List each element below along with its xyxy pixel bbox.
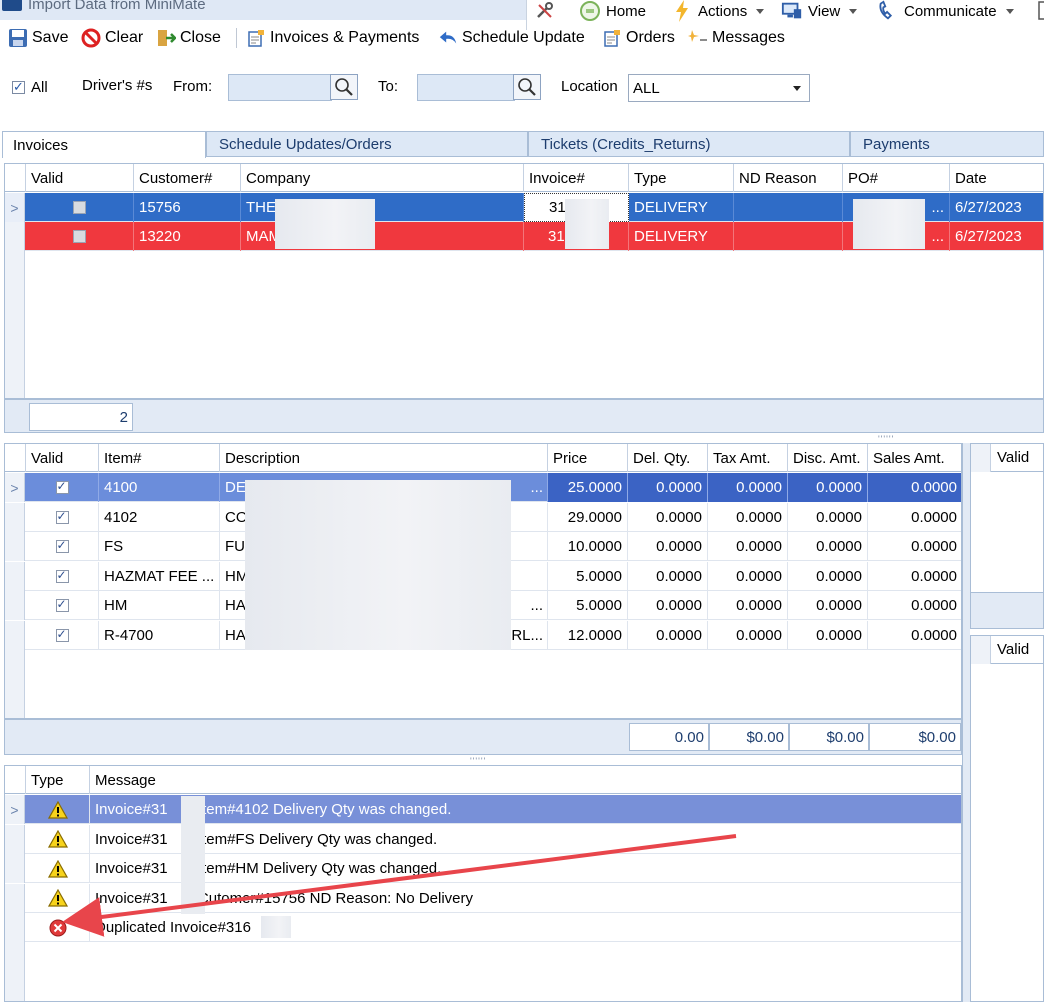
annotation-arrow: [62, 834, 737, 937]
